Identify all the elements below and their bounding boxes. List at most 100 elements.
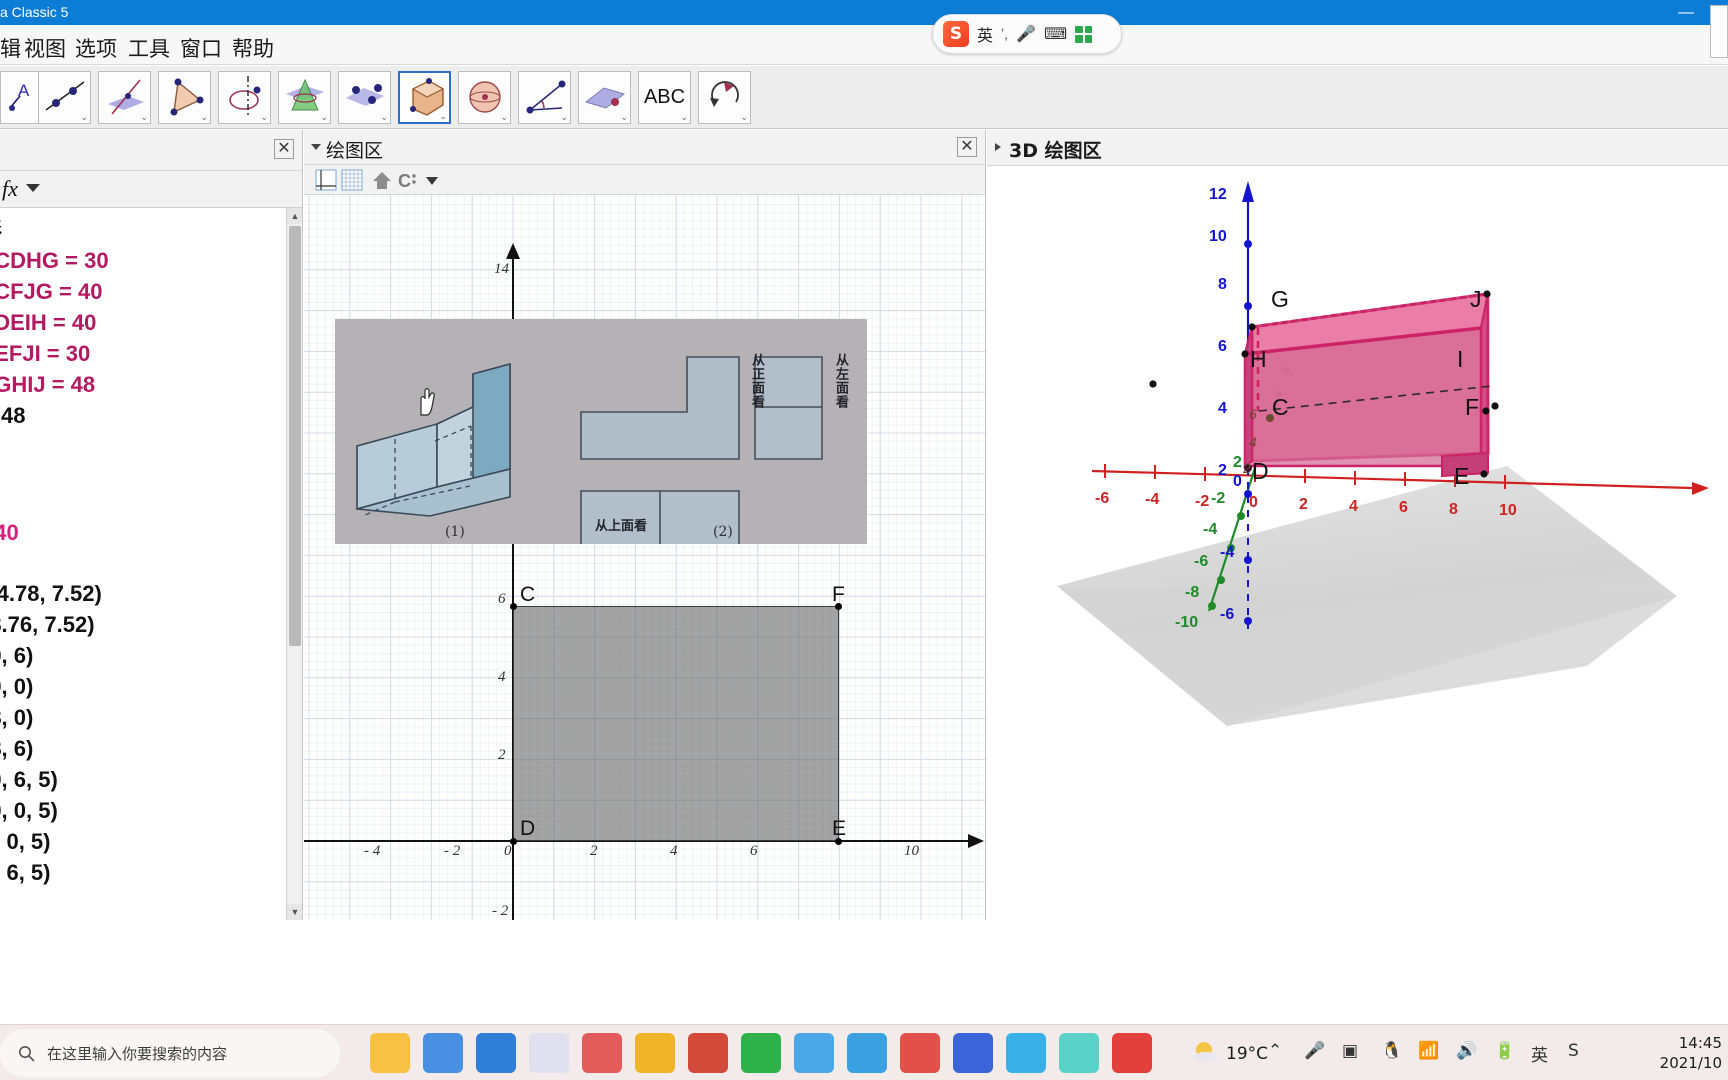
prism-tool[interactable]: ⌄ [398, 71, 451, 124]
algebra-row-9[interactable]: (-4.78, 7.52) [0, 581, 102, 607]
menu-item-0[interactable]: 辑 [0, 33, 21, 63]
graphics-2d-canvas[interactable]: 从正面看 从左面看 从上面看 (1) (2) C F D E 14 6 4 2 … [304, 195, 985, 920]
ime-toolbar[interactable]: S 英 ʼ, 🎤 ⌨ [932, 14, 1122, 54]
point-E[interactable] [835, 838, 842, 845]
point-C[interactable] [510, 603, 517, 610]
embedded-scan-image[interactable]: 从正面看 从左面看 从上面看 (1) (2) [335, 319, 867, 544]
warning-app-icon[interactable] [635, 1033, 675, 1073]
point-tool[interactable]: ⌄ [38, 71, 91, 124]
bilibili-icon[interactable] [1006, 1033, 1046, 1073]
chrome-icon[interactable] [423, 1033, 463, 1073]
tool-expand-caret[interactable]: ⌄ [620, 112, 628, 123]
menu-item-2[interactable]: 选项 [75, 33, 117, 63]
qq-browser-icon[interactable] [476, 1033, 516, 1073]
tool-expand-caret[interactable]: ⌄ [320, 112, 328, 123]
toolbar-undo-redo-area[interactable] [1710, 5, 1728, 58]
cloud-app-icon[interactable] [1059, 1033, 1099, 1073]
algebra-input-row[interactable]: fx [0, 171, 302, 208]
cone-tool[interactable]: ⌄ [278, 71, 331, 124]
tool-expand-caret[interactable]: ⌄ [500, 112, 508, 123]
algebra-row-10[interactable]: (8.76, 7.52) [0, 612, 95, 638]
ime-chinese-icon[interactable]: 英 [1531, 1041, 1548, 1066]
algebra-row-2[interactable]: eCFJG = 40 [0, 279, 102, 305]
graphics-3d-canvas[interactable]: 12 10 8 6 4 2 -4 -6 -6 -4 -2 0 2 4 6 8 1… [987, 166, 1728, 920]
view-options-dropdown[interactable] [420, 168, 444, 192]
plane-tool[interactable]: ⌄ [578, 71, 631, 124]
scroll-up-icon[interactable]: ▲ [287, 208, 302, 224]
show-grid-toggle[interactable] [340, 168, 364, 192]
media-player-icon[interactable] [582, 1033, 622, 1073]
battery-icon[interactable]: 🔋 [1494, 1041, 1515, 1061]
drag-view-icon[interactable]: C [396, 168, 420, 192]
menu-item-3[interactable]: 工具 [128, 33, 170, 63]
algebra-row-4[interactable]: eEFJI = 30 [0, 341, 90, 367]
wechat-icon[interactable] [741, 1033, 781, 1073]
notes-app-icon[interactable] [1112, 1033, 1152, 1073]
menu-item-4[interactable]: 窗口 [180, 33, 222, 63]
line-tool[interactable]: ⌄ [98, 71, 151, 124]
menu-item-1[interactable]: 视图 [24, 33, 66, 63]
sphere-tool[interactable]: ⌄ [338, 71, 391, 124]
algebra-row-6[interactable]: = 48 [0, 403, 25, 429]
file-explorer-icon[interactable] [370, 1033, 410, 1073]
volume-icon[interactable]: 🔊 [1456, 1041, 1477, 1061]
algebra-scrollbar[interactable]: ▲ ▼ [286, 208, 302, 920]
algebra-close-icon[interactable]: ✕ [274, 139, 294, 159]
tool-expand-caret[interactable]: ⌄ [200, 112, 208, 123]
microphone-icon[interactable]: 🎤 [1016, 24, 1036, 44]
scroll-down-icon[interactable]: ▼ [287, 904, 302, 920]
tool-expand-caret[interactable]: ⌄ [140, 112, 148, 123]
polygon-cdef[interactable] [513, 606, 839, 841]
qq-penguin-icon[interactable]: 🐧 [1381, 1041, 1402, 1061]
nut-app-icon[interactable] [688, 1033, 728, 1073]
weather-icon[interactable] [1190, 1039, 1222, 1067]
algebra-row-12[interactable]: (0, 0) [0, 674, 33, 700]
taskbar-clock[interactable]: 14:45 2021/10 [1660, 1033, 1722, 1073]
algebra-row-1[interactable]: eCDHG = 30 [0, 248, 109, 274]
home-icon[interactable] [370, 168, 394, 192]
tool-expand-caret[interactable]: ⌄ [380, 112, 388, 123]
ime-punctuation-toggle[interactable]: ʼ, [1001, 26, 1008, 42]
algebra-row-0[interactable]: 形 [0, 214, 2, 243]
microphone-icon[interactable]: 🎤 [1304, 1041, 1325, 1061]
xmind-icon[interactable] [900, 1033, 940, 1073]
sogou-tray-icon[interactable]: S [1568, 1041, 1579, 1061]
algebra-row-15[interactable]: (0, 6, 5) [0, 767, 58, 793]
chevron-up-icon[interactable]: ⌃ [1268, 1041, 1282, 1061]
point-F[interactable] [835, 603, 842, 610]
algebra-row-17[interactable]: 8, 0, 5) [0, 829, 50, 855]
text-tool[interactable]: ABC ⌄ [638, 71, 691, 124]
menu-item-5[interactable]: 帮助 [232, 33, 274, 63]
keyboard-icon[interactable]: ⌨ [1044, 24, 1067, 44]
weather-temperature[interactable]: 19°C [1226, 1044, 1268, 1064]
search-input[interactable]: 在这里输入你要搜索的内容 [0, 1029, 340, 1077]
algebra-row-14[interactable]: (8, 6) [0, 736, 33, 762]
sogou-icon[interactable]: S [943, 21, 969, 47]
chevron-down-icon[interactable] [311, 144, 321, 150]
scroll-thumb[interactable] [289, 226, 301, 646]
chevron-down-icon[interactable] [26, 184, 40, 192]
algebra-row-11[interactable]: (0, 6) [0, 643, 33, 669]
screencast-icon[interactable]: ▣ [1342, 1041, 1358, 1061]
telegram-icon[interactable] [847, 1033, 887, 1073]
algebra-row-3[interactable]: eDEIH = 40 [0, 310, 96, 336]
algebra-row-16[interactable]: (0, 0, 5) [0, 798, 58, 824]
folder-app-icon[interactable] [794, 1033, 834, 1073]
tool-expand-caret[interactable]: ⌄ [740, 112, 748, 123]
geogebra-icon[interactable] [529, 1033, 569, 1073]
tool-expand-caret[interactable]: ⌄ [80, 112, 88, 123]
rotate-view-tool[interactable]: ⌄ [698, 71, 751, 124]
chevron-right-icon[interactable] [995, 143, 1001, 151]
show-axes-toggle[interactable] [314, 168, 338, 192]
algebra-row-5[interactable]: eGHIJ = 48 [0, 372, 95, 398]
algebra-row-18[interactable]: 8, 6, 5) [0, 860, 50, 886]
algebra-row-8[interactable]: 240 [0, 520, 19, 546]
wifi-icon[interactable]: 📶 [1418, 1041, 1439, 1061]
graphics-2d-close-icon[interactable]: ✕ [957, 137, 977, 157]
minimize-button[interactable]: — [1666, 0, 1706, 25]
algebra-items-list[interactable]: ▲ ▼ 形 eCDHG = 30 eCFJG = 40 eDEIH = 40 eEFJI… [0, 208, 302, 920]
algebra-row-13[interactable]: (8, 0) [0, 705, 33, 731]
tool-expand-caret[interactable]: ⌄ [260, 112, 268, 123]
ime-mode-label[interactable]: 英 [977, 22, 993, 46]
tool-expand-caret[interactable]: ⌄ [680, 112, 688, 123]
